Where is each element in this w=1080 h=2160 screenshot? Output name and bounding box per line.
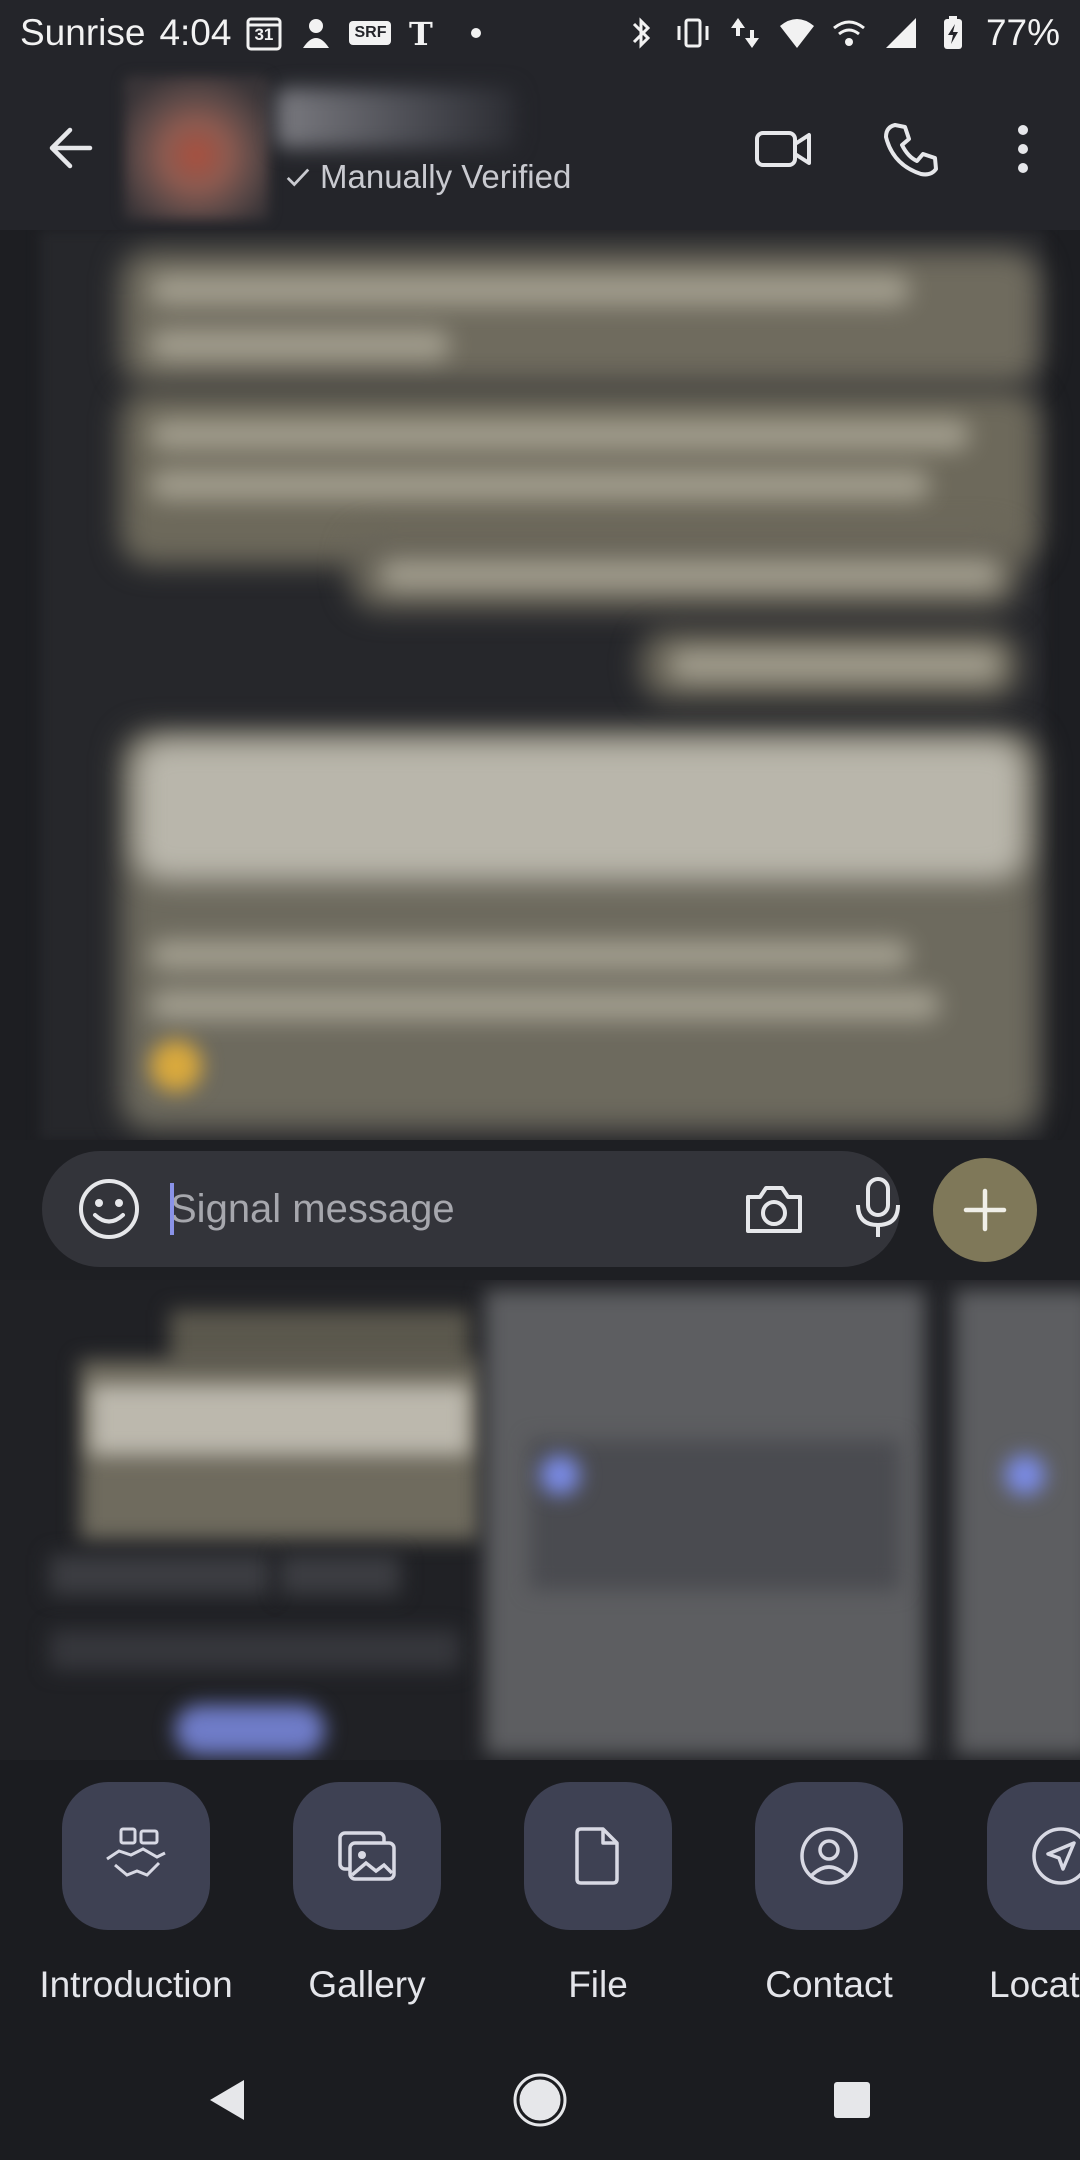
location-icon <box>1032 1827 1080 1885</box>
voice-note-button[interactable] <box>848 1175 908 1241</box>
conversation-header: Manually Verified <box>0 66 1080 230</box>
nav-back-button[interactable] <box>198 2070 258 2130</box>
blurred-emoji <box>150 1040 202 1092</box>
vibrate-icon <box>674 14 712 52</box>
voice-call-button[interactable] <box>876 114 946 184</box>
attachment-label: Gallery <box>308 1964 426 2005</box>
back-arrow-icon <box>49 127 93 169</box>
attachment-toggle-button[interactable] <box>933 1158 1037 1262</box>
back-button[interactable] <box>40 116 104 180</box>
attach-location-button[interactable]: Locat <box>945 1782 1080 2006</box>
blurred-text <box>380 560 1000 590</box>
blurred-text <box>150 940 910 970</box>
attach-contact-button[interactable]: Contact <box>714 1782 944 2006</box>
blurred-text <box>150 470 930 500</box>
message-bubble <box>120 250 1040 385</box>
nyt-icon: T <box>405 14 443 52</box>
gallery-circle <box>293 1782 441 1930</box>
blurred-text <box>150 330 450 360</box>
message-input[interactable] <box>170 1173 700 1245</box>
status-bar: Sunrise 4:04 31 SRF T 77% <box>0 0 1080 66</box>
text-cursor <box>170 1183 174 1235</box>
introduction-circle <box>62 1782 210 1930</box>
location-circle <box>987 1782 1080 1930</box>
blurred-text <box>150 420 970 450</box>
contact-name-redacted[interactable] <box>276 88 516 148</box>
nav-recents-button[interactable] <box>822 2070 882 2130</box>
wifi-icon <box>778 14 816 52</box>
nav-home-button[interactable] <box>510 2070 570 2130</box>
camera-icon <box>746 1186 802 1233</box>
video-call-button[interactable] <box>748 114 818 184</box>
verification-status: Manually Verified <box>284 158 571 196</box>
camera-button[interactable] <box>742 1177 806 1241</box>
battery-percent: 77% <box>985 12 1060 53</box>
more-notifications-dot-icon <box>457 14 495 52</box>
smiley-face-icon <box>79 1179 139 1239</box>
bluetooth-icon <box>622 14 660 52</box>
media-thumbnail[interactable] <box>30 1290 480 1755</box>
calendar-day: 31 <box>254 25 274 44</box>
verified-label: Manually Verified <box>320 158 572 195</box>
overflow-menu-icon <box>1018 125 1028 173</box>
carrier-label: Sunrise <box>20 12 146 53</box>
video-camera-icon <box>755 131 811 167</box>
svg-text:T: T <box>409 15 433 52</box>
media-thumbnail[interactable] <box>955 1290 1080 1755</box>
system-navigation-bar <box>0 2040 1080 2160</box>
media-thumbnail[interactable] <box>485 1290 925 1755</box>
file-icon <box>575 1827 619 1885</box>
message-list[interactable] <box>0 230 1080 1150</box>
attachment-label: Introduction <box>39 1964 233 2005</box>
checkmark-icon <box>286 168 310 187</box>
file-circle <box>524 1782 672 1930</box>
srf-badge: SRF <box>349 21 392 45</box>
contact-circle <box>755 1782 903 1930</box>
composer-area <box>0 1140 1080 1280</box>
attachment-label: Contact <box>765 1964 893 2005</box>
home-circle-icon <box>513 2073 567 2127</box>
recent-media-strip[interactable] <box>0 1280 1080 1760</box>
attach-file-button[interactable]: File <box>483 1782 713 2006</box>
app-notification-icon <box>297 14 335 52</box>
contact-icon <box>800 1827 858 1885</box>
handshake-icon <box>106 1827 166 1877</box>
calendar-icon: 31 <box>245 14 283 52</box>
attach-introduction-button[interactable]: Introduction <box>21 1782 251 2006</box>
hotspot-icon <box>830 14 868 52</box>
attachment-label: Locat <box>989 1964 1080 2005</box>
attachment-label: File <box>568 1964 628 2005</box>
signal-strength-icon <box>882 14 920 52</box>
gallery-icon <box>338 1831 396 1881</box>
microphone-icon <box>856 1177 900 1237</box>
phone-icon <box>884 123 938 177</box>
attach-gallery-button[interactable]: Gallery <box>252 1782 482 2006</box>
plus-icon <box>963 1188 1007 1232</box>
emoji-button[interactable] <box>76 1176 142 1242</box>
blurred-text <box>150 990 940 1020</box>
data-transfer-icon <box>726 14 764 52</box>
attachment-options: Introduction Gallery File Contact Locat <box>0 1760 1080 2040</box>
message-composer <box>42 1151 900 1267</box>
more-options-button[interactable] <box>988 114 1058 184</box>
square-recents-icon <box>834 2082 870 2118</box>
triangle-back-icon <box>210 2080 244 2120</box>
blurred-text <box>150 275 910 305</box>
blurred-text <box>670 650 1000 680</box>
battery-charging-icon <box>934 14 972 52</box>
clock: 4:04 <box>159 12 232 53</box>
quoted-reply <box>135 740 1025 880</box>
contact-avatar[interactable] <box>124 76 269 220</box>
